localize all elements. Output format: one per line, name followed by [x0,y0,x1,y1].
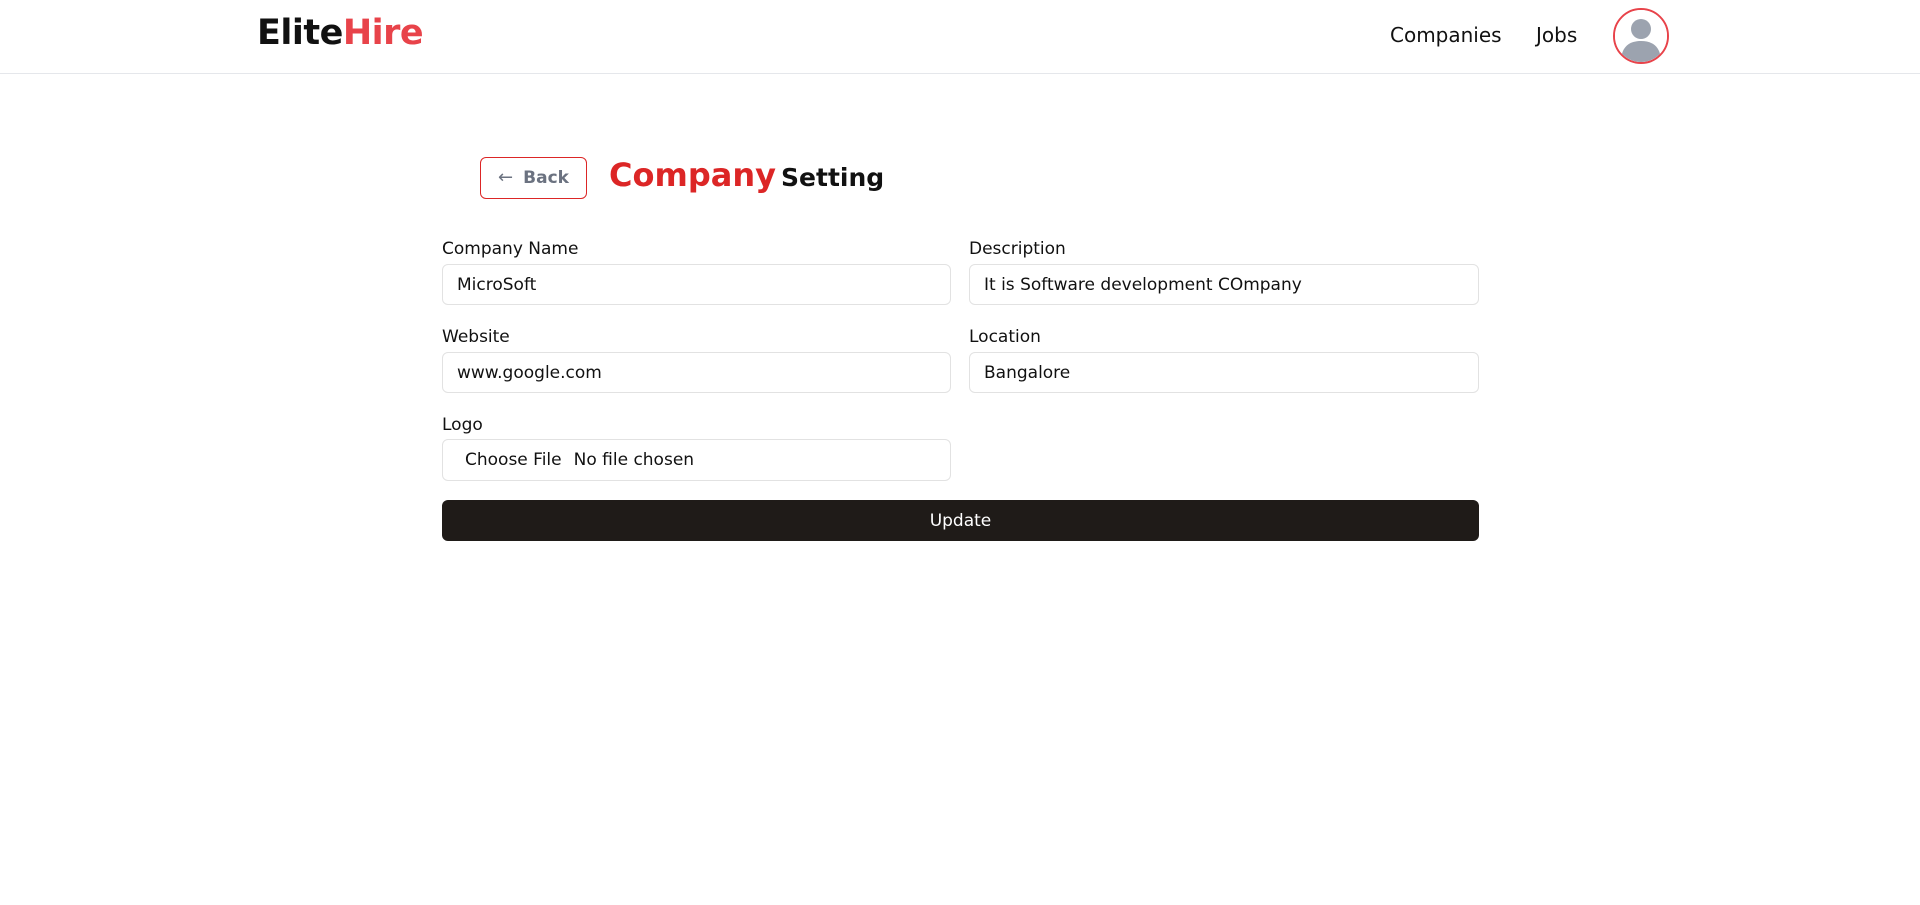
arrow-left-icon: ← [498,167,514,188]
choose-file-button[interactable]: Choose File [465,450,562,470]
page-title: Company Setting [609,156,884,194]
company-name-input[interactable]: MicroSoft [442,264,951,305]
location-label: Location [969,327,1041,347]
nav-link-jobs[interactable]: Jobs [1536,22,1577,48]
logo-label: Logo [442,415,483,435]
website-label: Website [442,327,510,347]
avatar[interactable] [1613,8,1669,64]
location-input[interactable]: Bangalore [969,352,1479,393]
page-title-rest: Setting [781,163,885,192]
nav-link-companies[interactable]: Companies [1390,22,1502,48]
user-avatar-icon [1615,10,1667,62]
file-status-text: No file chosen [573,450,695,470]
website-input[interactable]: www.google.com [442,352,951,393]
description-input[interactable]: It is Software development COmpany [969,264,1479,305]
logo-part-elite: Elite [257,13,343,53]
logo-part-hire: Hire [342,13,424,53]
navbar: EliteHire Companies Jobs [0,0,1920,74]
logo[interactable]: EliteHire [257,12,424,54]
update-button[interactable]: Update [442,500,1479,541]
logo-file-input[interactable]: Choose File No file chosen [442,439,951,481]
page-title-accent: Company [609,156,776,194]
back-button[interactable]: ← Back [480,157,587,199]
back-button-label: Back [523,168,569,188]
description-label: Description [969,239,1066,259]
company-name-label: Company Name [442,239,579,259]
